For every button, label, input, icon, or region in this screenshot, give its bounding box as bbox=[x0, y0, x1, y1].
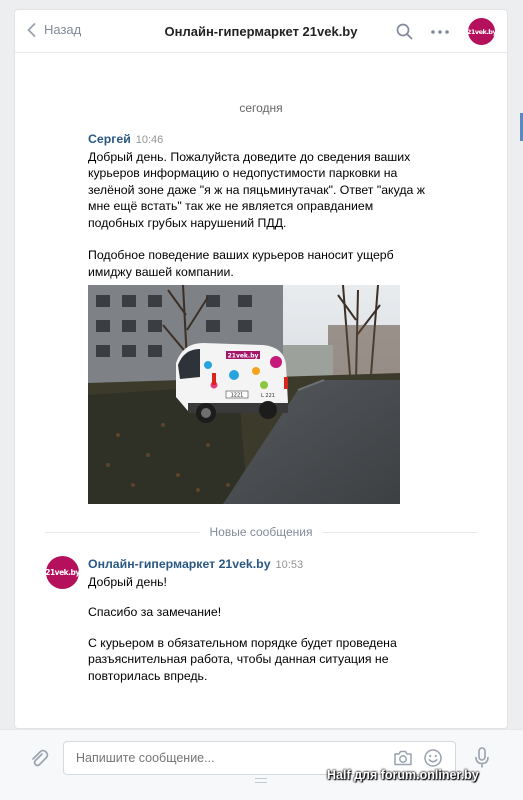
smile-icon[interactable] bbox=[423, 748, 443, 768]
message-paragraph: Спасибо за замечание! bbox=[88, 605, 222, 619]
message-incoming: Сергей 10:46 Добрый день. Пожалуйста дове… bbox=[88, 131, 428, 280]
parked-van-photo: 21vek.by 1221 L 221 bbox=[88, 285, 400, 504]
message-paragraph: Добрый день! bbox=[88, 574, 167, 589]
avatar-logo-text: 21vek.by bbox=[45, 568, 80, 577]
message-photo[interactable]: 21vek.by 1221 L 221 bbox=[88, 285, 400, 504]
message-meta: Онлайн-гипермаркет 21vek.by 10:53 bbox=[88, 556, 428, 574]
search-icon[interactable] bbox=[396, 23, 413, 40]
message-author[interactable]: Сергей bbox=[88, 132, 131, 146]
camera-icon[interactable] bbox=[393, 749, 413, 767]
reply-avatar[interactable]: 21vek.by bbox=[45, 556, 80, 589]
date-separator: сегодня bbox=[239, 101, 283, 115]
chat-header: Назад Онлайн-гипермаркет 21vek.by 21vek.… bbox=[15, 10, 507, 53]
message-paragraph: С курьером в обязательном порядке будет … bbox=[88, 635, 397, 683]
new-messages-label: Новые сообщения bbox=[199, 525, 323, 539]
resize-handle[interactable] bbox=[255, 778, 267, 783]
van-side-number: L 221 bbox=[261, 393, 275, 399]
watermark: Half для forum.onliner.by bbox=[327, 768, 479, 782]
avatar-logo-text: 21vek.by bbox=[466, 27, 497, 36]
chat-avatar[interactable]: 21vek.by bbox=[466, 18, 497, 45]
message-reply: Онлайн-гипермаркет 21vek.by 10:53 Добрый … bbox=[88, 556, 428, 684]
chat-panel: Назад Онлайн-гипермаркет 21vek.by 21vek.… bbox=[14, 9, 508, 729]
message-author[interactable]: Онлайн-гипермаркет 21vek.by bbox=[88, 557, 271, 571]
more-icon[interactable] bbox=[431, 30, 449, 34]
message-meta: Сергей 10:46 bbox=[88, 131, 428, 149]
microphone-icon[interactable] bbox=[474, 746, 490, 770]
van-plate: 1221 bbox=[231, 393, 244, 399]
message-time: 10:53 bbox=[275, 559, 304, 571]
paperclip-icon[interactable] bbox=[29, 749, 49, 769]
message-paragraph: Добрый день. Пожалуйста доведите до свед… bbox=[88, 149, 425, 230]
courier-van: 21vek.by 1221 L 221 bbox=[176, 343, 288, 423]
new-messages-label-wrap: Новые сообщения bbox=[15, 525, 507, 539]
van-sign: 21vek.by bbox=[228, 353, 259, 360]
message-paragraph: Подобное поведение ваших курьеров наноси… bbox=[88, 248, 394, 279]
message-time: 10:46 bbox=[135, 134, 164, 146]
